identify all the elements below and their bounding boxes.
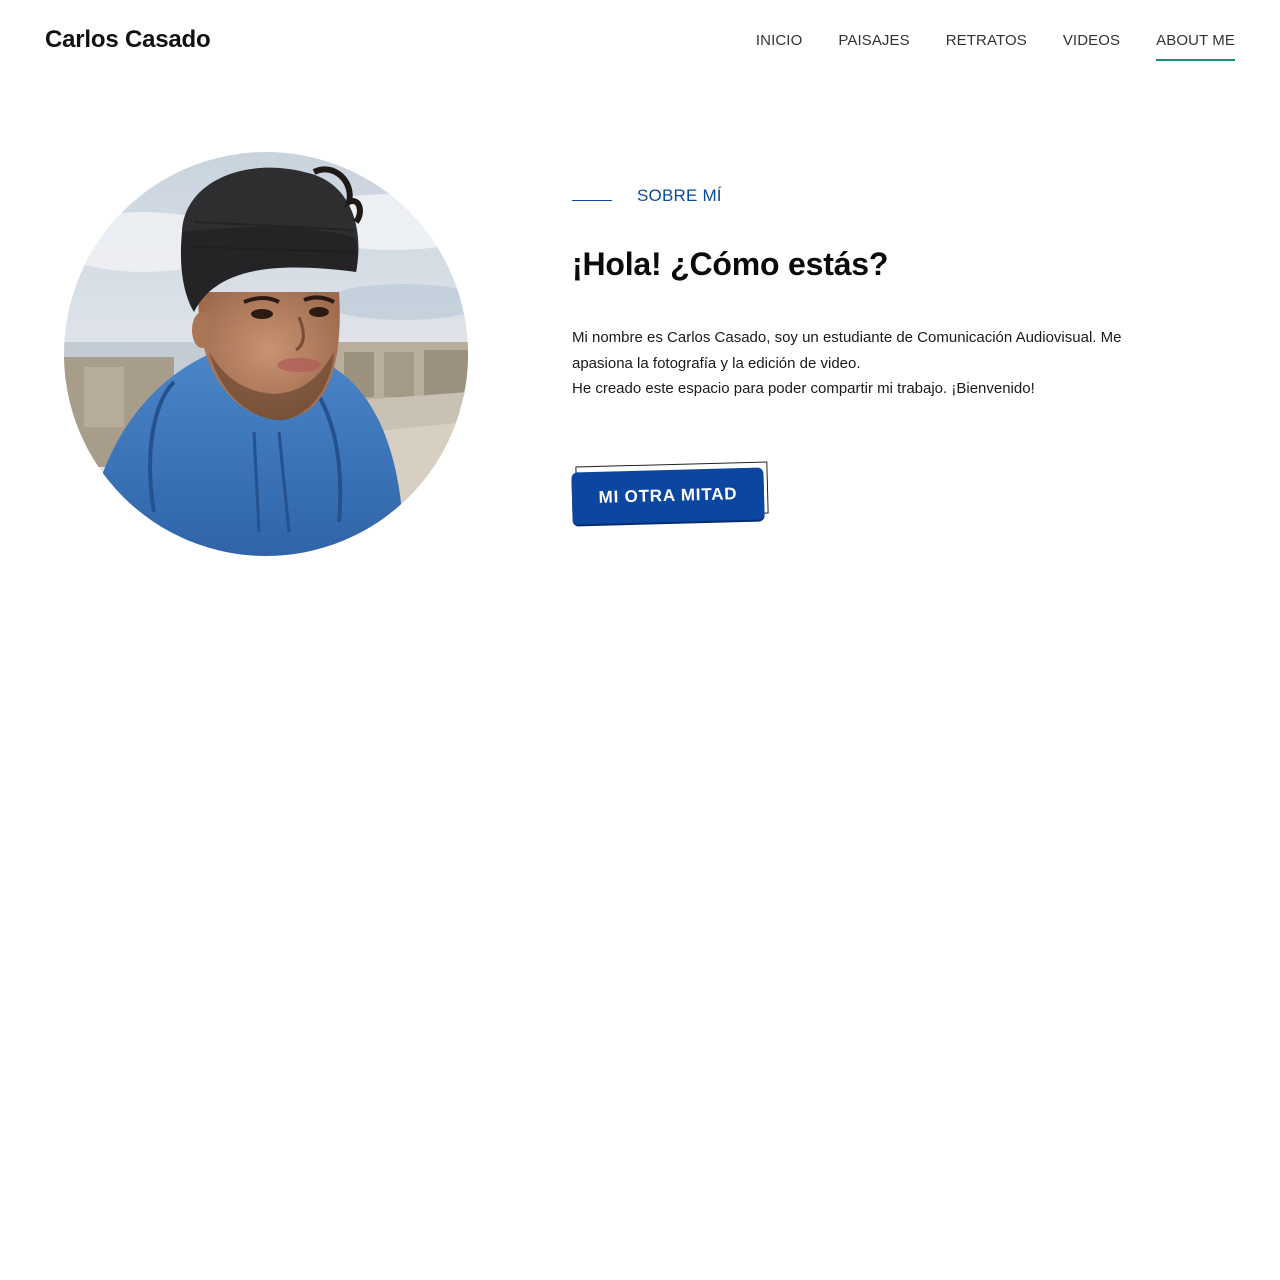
kicker-label: SOBRE MÍ [637,186,722,205]
nav-item-about-me[interactable]: ABOUT ME [1156,32,1235,61]
nav-item-paisajes[interactable]: PAISAJES [838,32,909,61]
nav-item-inicio[interactable]: INICIO [756,32,802,61]
bio-paragraph: He creado este espacio para poder compar… [572,380,1035,397]
about-bio: Mi nombre es Carlos Casado, soy un estud… [572,325,1142,402]
cta-label: MI OTRA MITAD [598,484,738,507]
mi-otra-mitad-button[interactable]: MI OTRA MITAD [571,467,765,525]
about-section: SOBRE MÍ ¡Hola! ¿Cómo estás? Mi nombre e… [572,180,1172,402]
site-title[interactable]: Carlos Casado [45,26,211,54]
section-kicker: SOBRE MÍ [572,180,1172,212]
profile-photo [64,152,468,556]
nav-item-retratos[interactable]: RETRATOS [946,32,1027,61]
cta-wrapper: MI OTRA MITAD [571,461,772,528]
main-nav: INICIO PAISAJES RETRATOS VIDEOS ABOUT ME [756,32,1235,61]
nav-item-videos[interactable]: VIDEOS [1063,32,1120,61]
site-header: Carlos Casado INICIO PAISAJES RETRATOS V… [0,0,1280,82]
about-heading: ¡Hola! ¿Cómo estás? [572,246,889,282]
kicker-divider [572,199,612,201]
bio-paragraph: Mi nombre es Carlos Casado, soy un estud… [572,329,1122,372]
portrait-illustration [64,152,468,556]
